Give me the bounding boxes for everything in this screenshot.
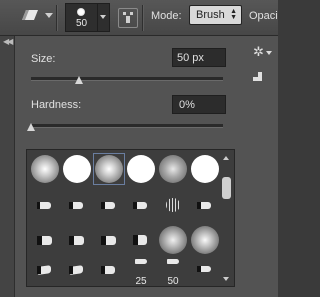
chevron-down-icon [100,15,106,19]
brush-panel-toggle-icon[interactable] [118,8,138,28]
separator [56,5,57,31]
brush-tip-fan[interactable] [157,190,189,222]
brush-tip-pencil[interactable] [189,256,221,288]
eraser-icon[interactable] [22,10,38,20]
gear-icon[interactable]: ✲ [253,44,264,60]
brush-tip-soft-round-large[interactable] [157,224,189,256]
size-slider-track[interactable] [31,77,223,81]
mode-value: Brush [196,9,225,21]
opacity-label: Opaci [249,10,278,22]
brush-tip-hard-round[interactable] [125,153,157,185]
size-slider-thumb[interactable] [75,76,83,84]
brush-tip-round-point[interactable] [93,256,125,288]
brush-size-readout: 50 [75,18,88,29]
separator [142,5,143,31]
brush-tip-hard-round[interactable] [61,153,93,185]
scroll-up-icon[interactable] [223,156,229,160]
mode-label: Mode: [151,10,182,22]
brush-tip-soft-round[interactable] [29,153,61,185]
brush-grid-scrollbar[interactable] [220,153,233,284]
brush-preset-dropdown[interactable] [97,3,110,32]
hardness-input[interactable]: 0% [172,95,226,114]
brush-tip-flat-dark[interactable] [93,224,125,256]
hardness-slider-thumb[interactable] [27,123,35,131]
brush-tip-50[interactable]: 50 [157,256,189,288]
brush-tip-soft-round-selected[interactable] [93,153,125,185]
brush-tip-25[interactable]: 25 [125,256,157,288]
hardness-label: Hardness: [31,99,82,111]
brush-tip-icon [77,8,85,16]
scrollbar-thumb[interactable] [222,177,231,199]
chevron-down-icon[interactable] [266,51,272,55]
mode-select[interactable]: Brush ▲ ▼ [189,5,242,25]
brush-tip-flat[interactable] [61,190,93,222]
new-preset-icon[interactable] [253,72,262,81]
size-label: Size: [31,53,56,65]
brush-tip-wide-flat[interactable] [125,224,157,256]
brush-tip-angled[interactable] [61,256,93,288]
brush-tip-round-point[interactable] [125,190,157,222]
brush-tip-flat-dark[interactable] [61,224,93,256]
tool-preset-arrow-icon[interactable] [45,13,53,18]
size-input[interactable]: 50 px [172,48,226,67]
brush-tip-hard-round[interactable] [189,153,221,185]
brush-preset-picker[interactable]: 50 [65,3,98,32]
scroll-down-icon[interactable] [223,277,229,281]
brush-tip-size-label: 25 [135,276,147,287]
panel-dock-strip [0,36,15,297]
options-bar: 50 Mode: Brush ▲ ▼ Opaci [0,0,278,36]
brush-tip-soft-round[interactable] [157,153,189,185]
brush-tip-flat[interactable] [189,190,221,222]
brush-tip-size-label: 50 [167,276,179,287]
collapse-icon[interactable]: ◀◀ [3,37,13,46]
brush-tip-flat-dark[interactable] [29,224,61,256]
select-arrows-icon: ▲ ▼ [230,8,237,21]
brush-tip-pencil[interactable] [29,190,61,222]
brush-tip-angled[interactable] [29,256,61,288]
brush-tips-grid: 25 50 [26,149,235,287]
hardness-slider-track[interactable] [31,124,223,128]
brush-tip-soft-round-large[interactable] [189,224,221,256]
brush-tip-flat[interactable] [93,190,125,222]
